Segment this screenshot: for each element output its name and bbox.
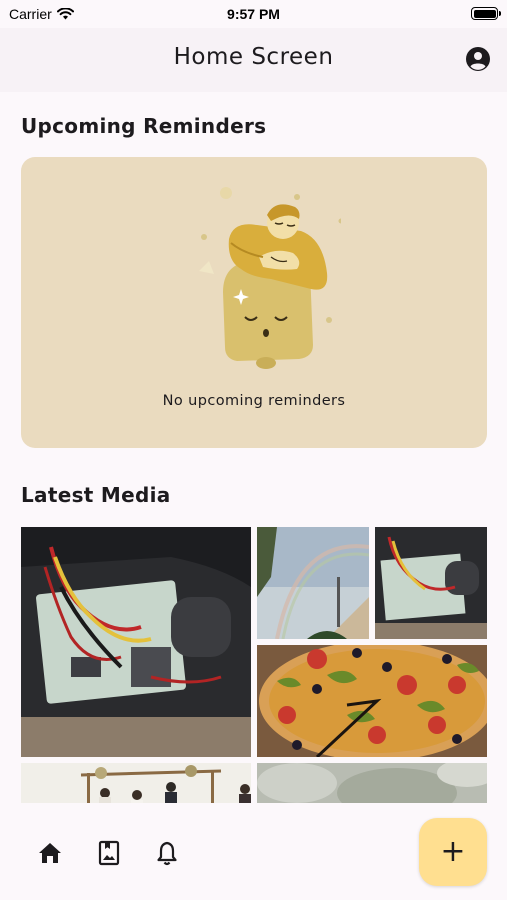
bottom-navigation: + [0, 803, 507, 900]
circuit-board-photo [21, 527, 251, 757]
battery-icon [471, 7, 501, 20]
pizza-photo [257, 645, 487, 757]
add-button[interactable]: + [419, 818, 487, 886]
blurred-texture-photo [257, 763, 487, 803]
empty-reminders-message: No upcoming reminders [162, 393, 346, 409]
circuit-closeup-photo [375, 527, 487, 639]
account-circle-icon[interactable] [465, 46, 491, 72]
bell-icon[interactable] [153, 839, 181, 867]
plus-icon: + [440, 834, 466, 869]
reminders-empty-card: No upcoming reminders [21, 157, 487, 448]
photo-album-icon[interactable] [95, 839, 123, 867]
media-tile[interactable] [21, 527, 251, 757]
status-time: 9:57 PM [227, 6, 280, 22]
reminders-section-title: Upcoming Reminders [21, 114, 267, 138]
media-section-title: Latest Media [21, 483, 171, 507]
empty-reminders-illustration [199, 187, 341, 369]
app-bar: Home Screen [0, 28, 507, 92]
home-icon[interactable] [36, 839, 64, 867]
rainbow-sky-photo [257, 527, 369, 639]
media-tile[interactable] [257, 763, 487, 803]
page-title: Home Screen [173, 44, 334, 70]
media-grid [21, 527, 487, 803]
media-tile[interactable] [375, 527, 487, 639]
status-bar: Carrier 9:57 PM [0, 0, 507, 28]
wedding-photo [21, 763, 251, 803]
media-tile[interactable] [257, 527, 369, 639]
media-tile[interactable] [257, 645, 487, 757]
media-tile[interactable] [21, 763, 251, 803]
